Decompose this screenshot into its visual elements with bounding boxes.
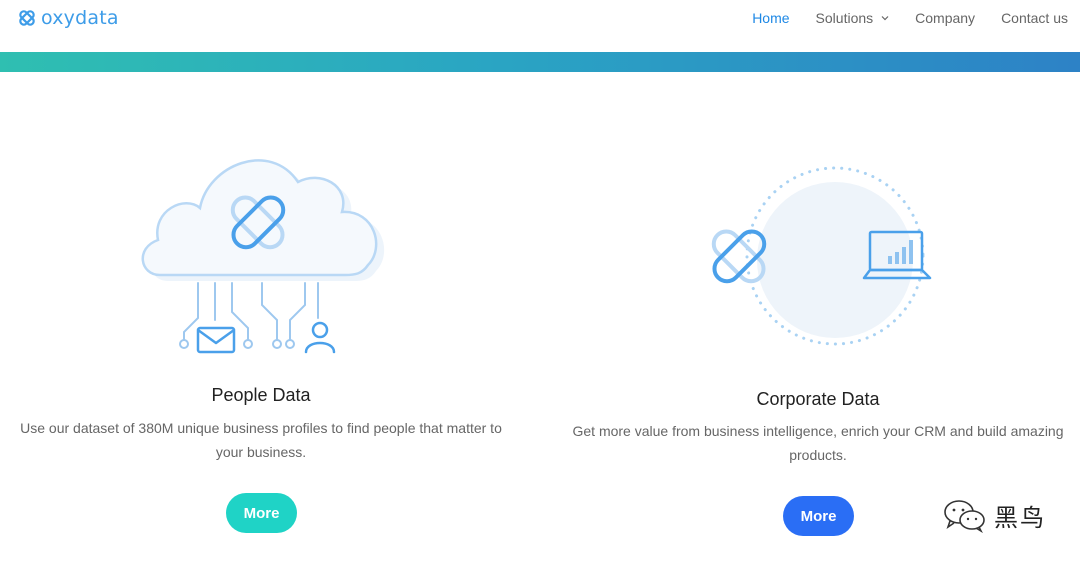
corporate-desc-line-1: Get more value from business intelligenc… [572,423,1064,439]
logo-knot-icon [19,10,35,26]
nav-solutions-label: Solutions [815,10,874,26]
watermark: 黑鸟 [942,498,1046,533]
cloud-network-icon [141,159,385,354]
hero-gradient-bar [0,52,1080,72]
people-more-button[interactable]: More [226,493,297,533]
brand-name: oxydata [41,7,119,29]
nav-solutions[interactable]: Solutions [816,10,890,26]
people-data-description: Use our dataset of 380M unique business … [0,416,522,464]
brand-logo[interactable]: oxydata [16,6,119,30]
corporate-more-button[interactable]: More [783,496,854,536]
main-nav: Home Solutions Company Contact us [752,10,1068,26]
nav-home[interactable]: Home [752,10,789,26]
watermark-text: 黑鸟 [994,504,1046,532]
top-navbar: oxydata Home Solutions Company Contact u… [0,0,1080,52]
wechat-icon [944,499,985,533]
people-data-title: People Data [211,385,311,405]
laptop-chart-icon [711,166,932,346]
corporate-desc-line-2: products. [789,447,847,463]
corporate-data-description: Get more value from business intelligenc… [557,419,1079,467]
chevron-down-icon [881,16,889,21]
people-desc-line-2: your business. [215,444,307,460]
nav-contact[interactable]: Contact us [1001,10,1068,26]
people-desc-line-1: Use our dataset of 380M unique business … [20,420,502,436]
nav-company[interactable]: Company [915,10,975,26]
corporate-data-title: Corporate Data [756,389,880,409]
